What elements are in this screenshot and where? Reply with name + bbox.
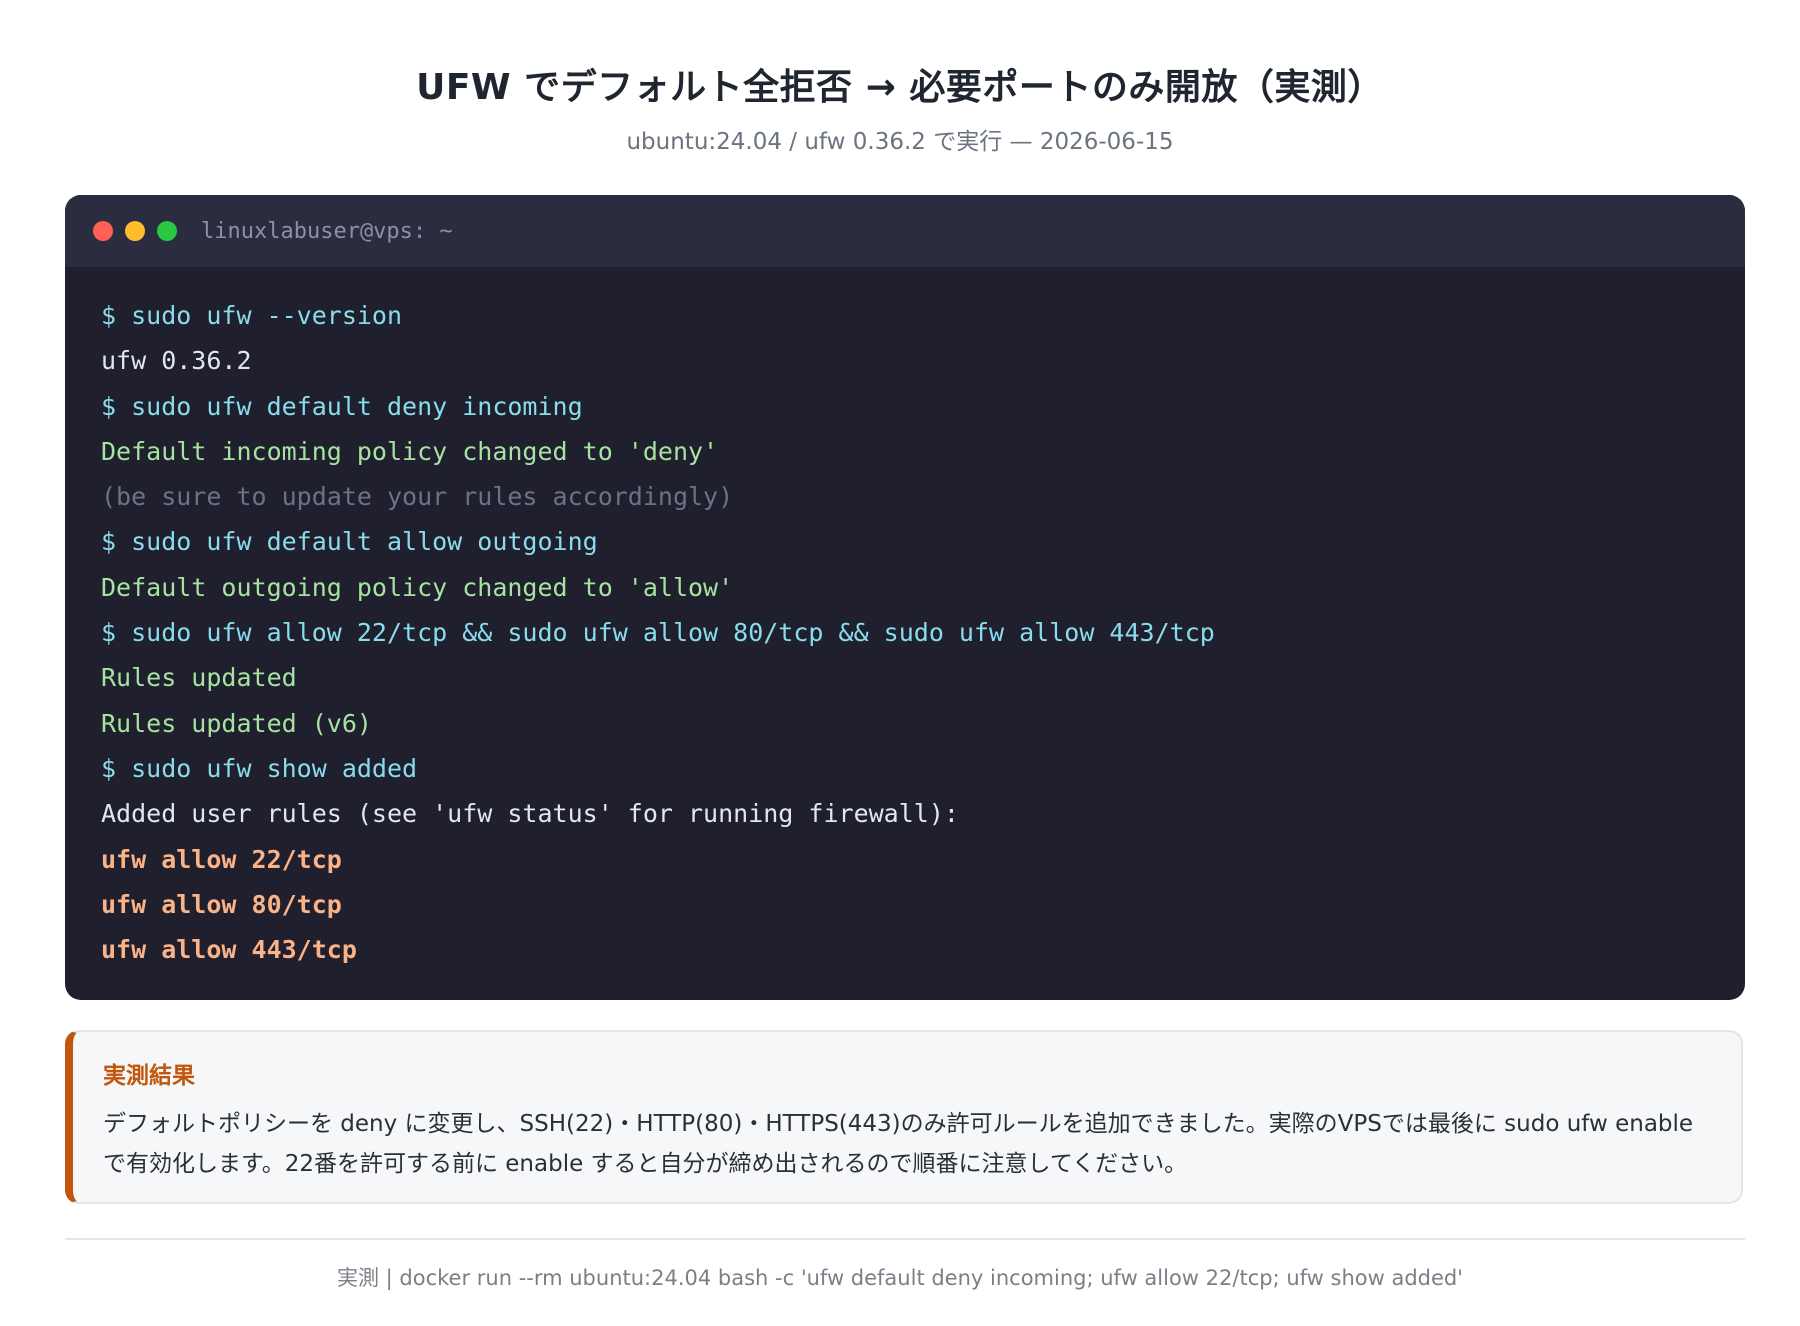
footer-divider — [65, 1238, 1745, 1240]
maximize-dot-icon[interactable] — [157, 221, 177, 241]
page-title: UFW でデフォルト全拒否 → 必要ポートのみ開放（実測） — [416, 67, 1384, 108]
result-note-body: デフォルトポリシーを deny に変更し、SSH(22)・HTTP(80)・HT… — [103, 1111, 1694, 1177]
terminal-output-line: ufw allow 80/tcp — [101, 889, 342, 919]
terminal-command-line: $ sudo ufw default deny incoming — [101, 391, 583, 421]
minimize-dot-icon[interactable] — [125, 221, 145, 241]
terminal-title: linuxlabuser@vps: ~ — [201, 218, 453, 244]
terminal-titlebar[interactable]: linuxlabuser@vps: ~ — [65, 195, 1745, 267]
terminal-output-line: Default outgoing policy changed to 'allo… — [101, 572, 734, 602]
terminal-window[interactable]: linuxlabuser@vps: ~ $ sudo ufw --version… — [65, 195, 1745, 1000]
terminal-command-line: $ sudo ufw show added — [101, 753, 418, 783]
terminal-command-line: $ sudo ufw --version — [101, 301, 403, 330]
result-note-title: 実測結果 — [103, 1063, 195, 1089]
terminal-output-line: ufw allow 443/tcp — [101, 935, 357, 965]
close-dot-icon[interactable] — [93, 221, 113, 241]
terminal-output[interactable]: $ sudo ufw --version ufw 0.36.2 $ sudo ufw… — [65, 267, 1745, 972]
page: UFW でデフォルト全拒否 → 必要ポートのみ開放（実測） ubuntu:24.… — [0, 0, 1800, 1326]
footer-text: 実測 | docker run --rm ubuntu:24.04 bash -… — [336, 1266, 1464, 1290]
page-subtitle: ubuntu:24.04 / ufw 0.36.2 で実行 — 2026-06-… — [626, 129, 1174, 155]
terminal-command-line: $ sudo ufw default allow outgoing — [101, 527, 598, 557]
terminal-output-line: Default incoming policy changed to 'deny… — [101, 436, 719, 466]
terminal-output-line: ufw 0.36.2 — [101, 346, 252, 376]
terminal-command-line: $ sudo ufw allow 22/tcp && sudo ufw allo… — [101, 618, 1215, 648]
terminal-output-line: Added user rules (see 'ufw status' for r… — [101, 799, 959, 829]
terminal-output-line: Rules updated (v6) — [101, 708, 372, 738]
terminal-output-line: (be sure to update your rules accordingl… — [101, 482, 734, 512]
result-note: 実測結果 デフォルトポリシーを deny に変更し、SSH(22)・HTTP(8… — [65, 1030, 1743, 1204]
terminal-output-line: ufw allow 22/tcp — [101, 844, 342, 874]
terminal-output-line: Rules updated — [101, 663, 297, 693]
